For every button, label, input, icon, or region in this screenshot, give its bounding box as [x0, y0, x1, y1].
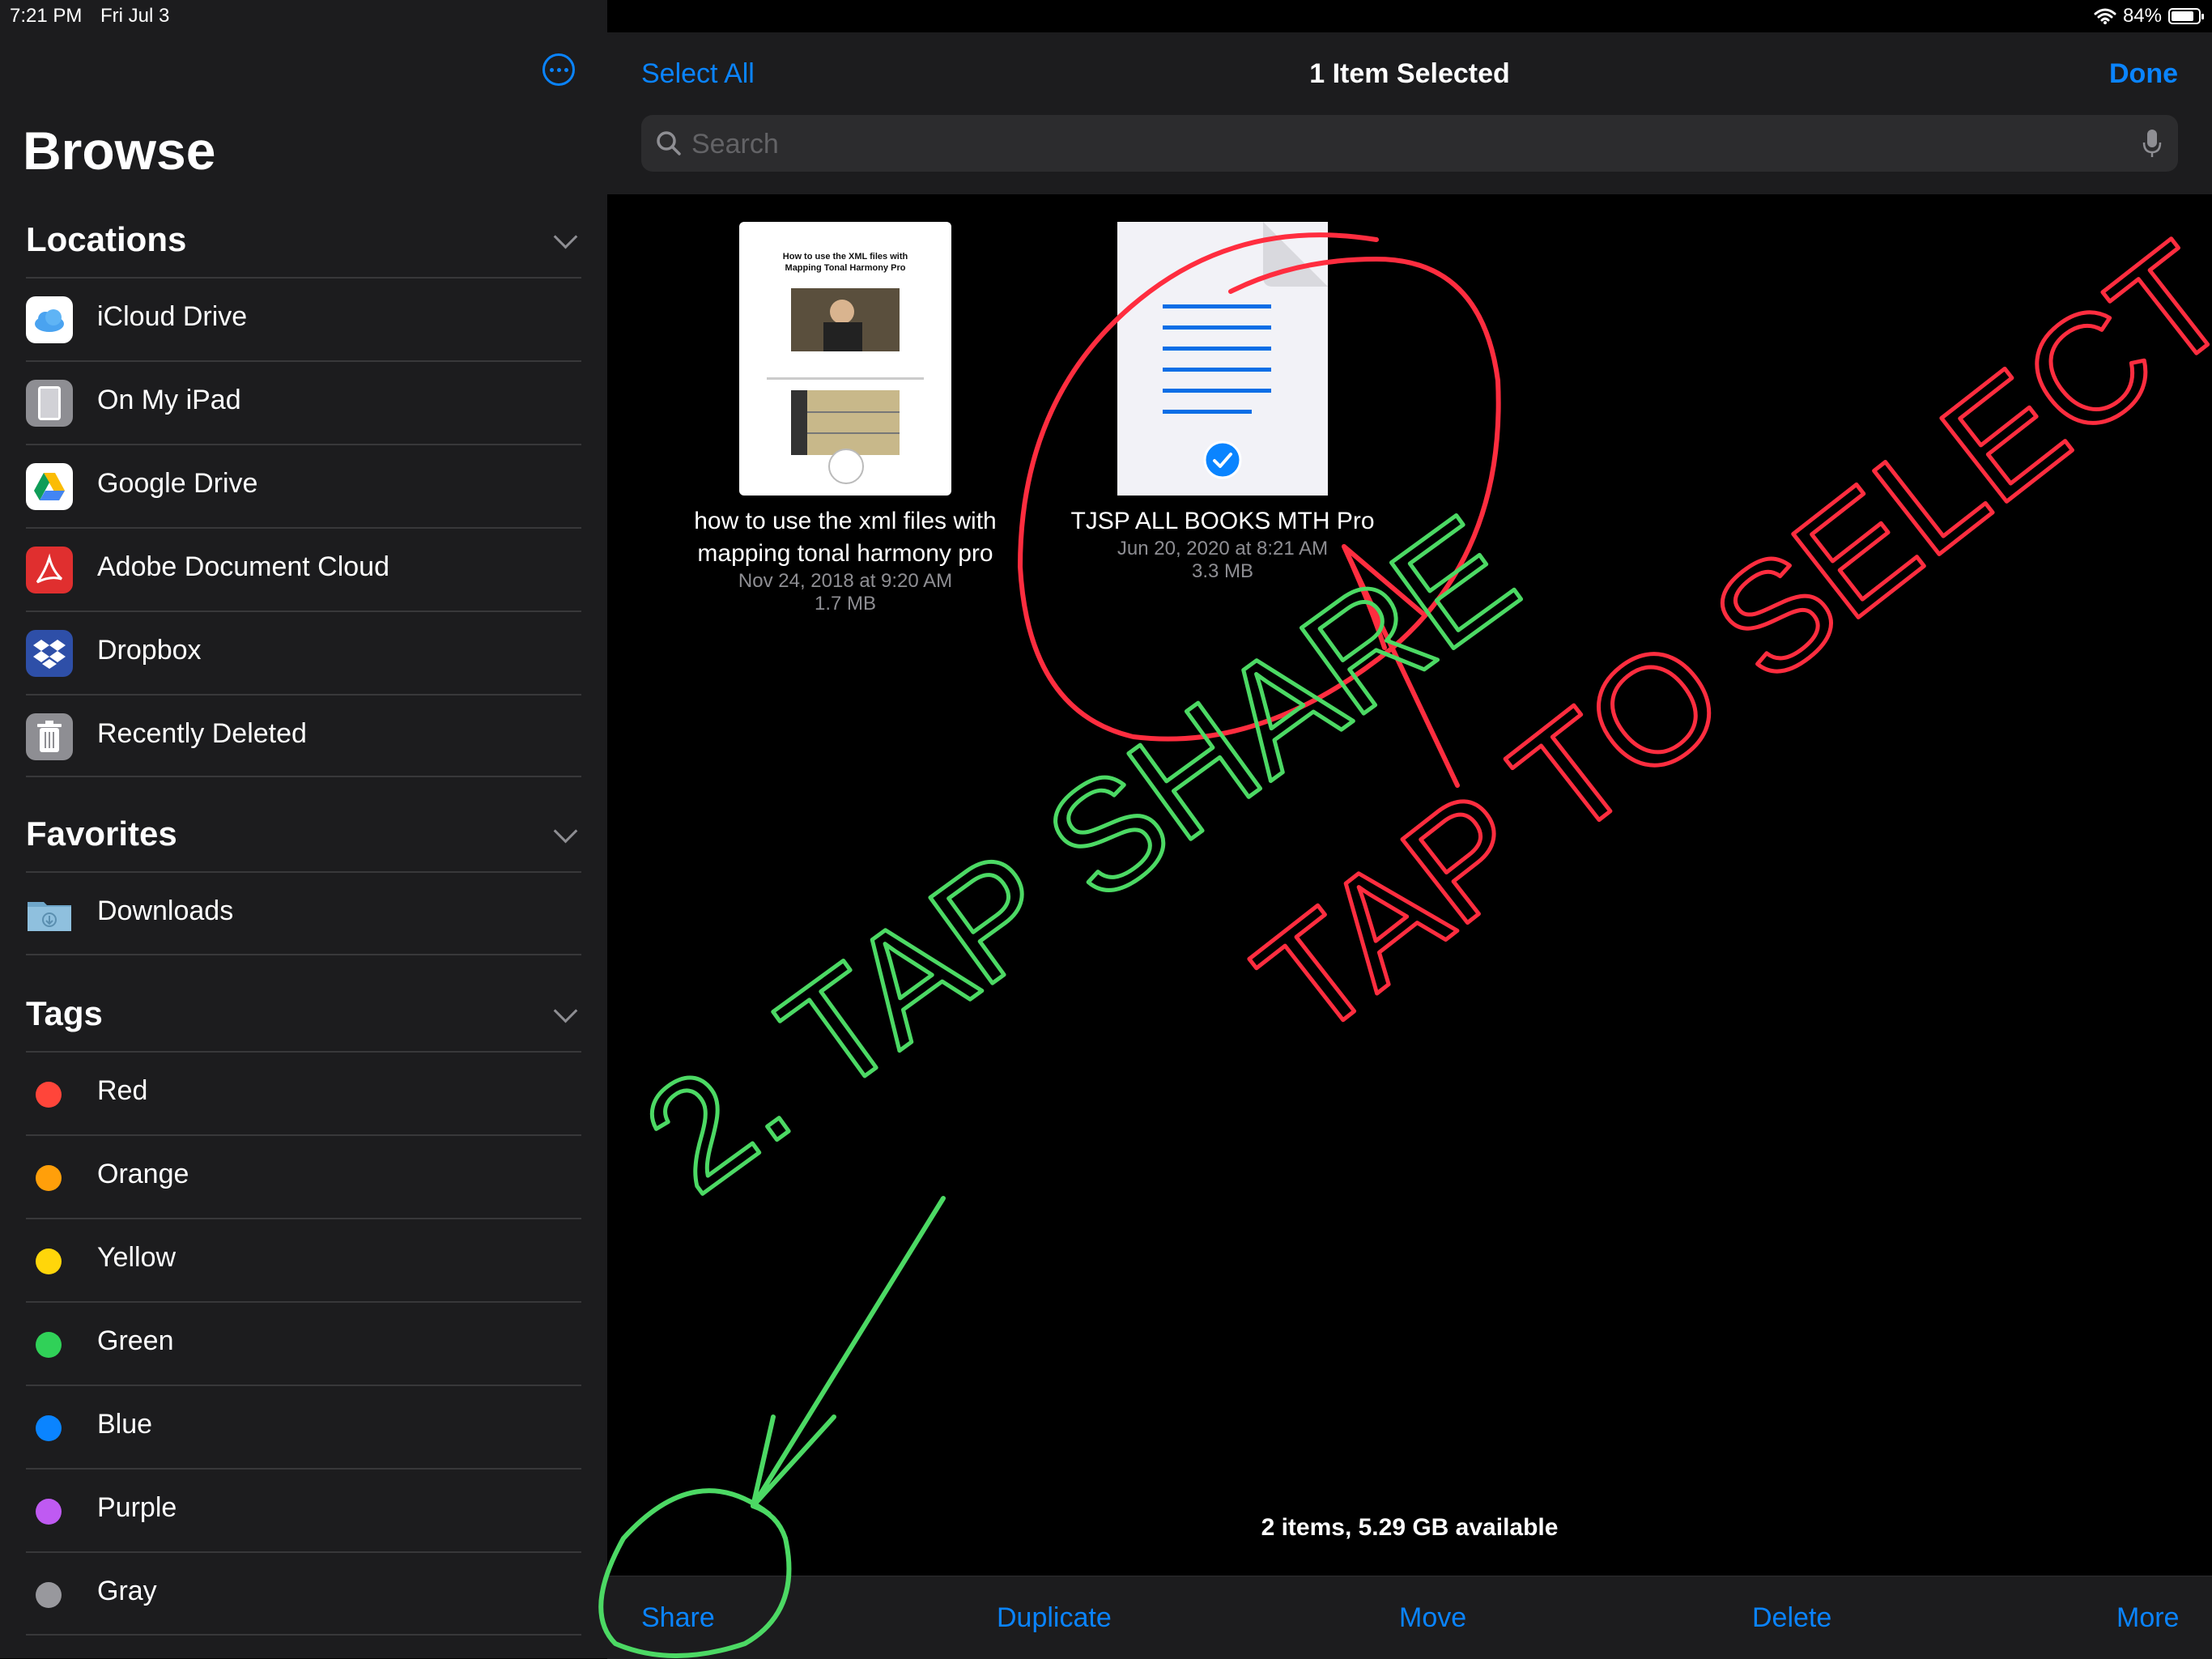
- wifi-icon: [2094, 8, 2116, 24]
- sidebar-item-label: Adobe Document Cloud: [97, 551, 390, 582]
- thumbnail-title: How to use the XML files with Mapping To…: [782, 252, 908, 273]
- tag-dot-icon: [36, 1332, 62, 1358]
- main-content: Select All 1 Item Selected Done How to u…: [607, 0, 2212, 1659]
- checkmark-circle-icon[interactable]: [1203, 440, 1242, 479]
- sidebar-item-tag-blue[interactable]: Blue: [26, 1385, 581, 1468]
- trash-icon: [26, 713, 73, 760]
- sidebar-item-icloud-drive[interactable]: iCloud Drive: [26, 277, 581, 360]
- divider: [26, 954, 581, 955]
- file-item-xml-guide[interactable]: how to use the xml files with mapping to…: [678, 505, 1012, 615]
- storage-info: 2 items, 5.29 GB available: [1261, 1514, 1559, 1541]
- file-item-tjsp-books[interactable]: TJSP ALL BOOKS MTH Pro Jun 20, 2020 at 8…: [1044, 505, 1401, 583]
- tag-dot-icon: [36, 1415, 62, 1441]
- chevron-down-icon[interactable]: [553, 224, 578, 249]
- adobe-icon: [26, 547, 73, 593]
- divider: [26, 776, 581, 777]
- sidebar-item-label: Green: [97, 1325, 174, 1356]
- battery-percent: 84%: [2122, 5, 2162, 27]
- file-size: 3.3 MB: [1191, 560, 1254, 582]
- status-bar: 7:21 PM Fri Jul 3 84%: [0, 0, 2212, 32]
- ipad-icon: [26, 380, 73, 427]
- selection-circle-icon[interactable]: [828, 449, 864, 484]
- done-button[interactable]: Done: [2109, 58, 2178, 90]
- sidebar-item-tag-purple[interactable]: Purple: [26, 1468, 581, 1551]
- tag-dot-icon: [36, 1082, 62, 1108]
- dropbox-icon: [26, 630, 73, 677]
- downloads-folder-icon: [26, 891, 73, 938]
- page-title: Browse: [23, 121, 216, 181]
- sidebar-item-label: On My iPad: [97, 385, 241, 415]
- file-date: Jun 20, 2020 at 8:21 AM: [1117, 538, 1329, 559]
- sidebar-item-google-drive[interactable]: Google Drive: [26, 444, 581, 527]
- sidebar-item-label: Blue: [97, 1409, 153, 1440]
- battery-fill: [2172, 11, 2193, 21]
- search-icon: [657, 131, 681, 155]
- nav-title: 1 Item Selected: [1309, 58, 1510, 89]
- sidebar-item-recently-deleted[interactable]: Recently Deleted: [26, 694, 581, 777]
- chevron-down-icon[interactable]: [553, 998, 578, 1023]
- file-size: 1.7 MB: [814, 593, 877, 615]
- microphone-icon[interactable]: [2142, 128, 2162, 159]
- file-name: how to use the xml files with: [694, 508, 997, 534]
- sidebar-item-label: iCloud Drive: [97, 301, 248, 332]
- battery-icon: [2168, 8, 2204, 24]
- sidebar-item-label: Yellow: [97, 1242, 177, 1273]
- more-button[interactable]: More: [2116, 1602, 2179, 1634]
- sidebar-item-tag-orange[interactable]: Orange: [26, 1134, 581, 1218]
- move-button[interactable]: Move: [1399, 1602, 1466, 1634]
- sidebar-item-label: Red: [97, 1075, 148, 1106]
- tags-header[interactable]: Tags: [26, 994, 103, 1033]
- sidebar-item-label: Google Drive: [97, 468, 258, 499]
- file-date: Nov 24, 2018 at 9:20 AM: [738, 570, 953, 592]
- sidebar-item-tag-yellow[interactable]: Yellow: [26, 1218, 581, 1301]
- file-name: mapping tonal harmony pro: [697, 540, 993, 567]
- sidebar-item-label: Purple: [97, 1492, 177, 1523]
- file-thumbnail-pdf[interactable]: How to use the XML files with Mapping To…: [739, 222, 951, 496]
- search-input[interactable]: [690, 115, 2069, 173]
- navigation-bar: Select All 1 Item Selected Done: [607, 32, 2212, 194]
- tag-dot-icon: [36, 1165, 62, 1191]
- more-options-icon[interactable]: [542, 53, 575, 86]
- bottom-toolbar: Share Duplicate Move Delete More: [607, 1576, 2212, 1659]
- tag-dot-icon: [36, 1499, 62, 1525]
- duplicate-button[interactable]: Duplicate: [997, 1602, 1112, 1634]
- sidebar: Browse Locations iCloud Drive On My iPad…: [0, 0, 607, 1658]
- sidebar-item-adobe-document-cloud[interactable]: Adobe Document Cloud: [26, 527, 581, 610]
- sidebar-item-label: Recently Deleted: [97, 718, 307, 749]
- file-name: TJSP ALL BOOKS MTH Pro: [1070, 508, 1375, 534]
- delete-button[interactable]: Delete: [1752, 1602, 1831, 1634]
- sidebar-item-label: Downloads: [97, 895, 234, 926]
- thumbnail-text-line: [767, 377, 924, 380]
- favorites-header[interactable]: Favorites: [26, 815, 177, 853]
- sidebar-item-downloads[interactable]: Downloads: [26, 871, 581, 955]
- locations-header[interactable]: Locations: [26, 220, 186, 259]
- share-button[interactable]: Share: [641, 1602, 715, 1634]
- icloud-icon: [26, 296, 73, 343]
- status-right: 84%: [2094, 5, 2204, 28]
- battery-tip: [2201, 14, 2204, 19]
- status-date: Fri Jul 3: [100, 5, 170, 27]
- sidebar-item-label: Gray: [97, 1576, 157, 1606]
- sidebar-item-label: Orange: [97, 1159, 189, 1189]
- sidebar-item-dropbox[interactable]: Dropbox: [26, 610, 581, 694]
- chevron-down-icon[interactable]: [553, 819, 578, 844]
- sidebar-item-label: Dropbox: [97, 635, 202, 666]
- thumbnail-photo: [791, 288, 900, 351]
- sidebar-item-tag-green[interactable]: Green: [26, 1301, 581, 1385]
- search-field[interactable]: [641, 115, 2178, 173]
- file-thumbnail-document[interactable]: [1117, 222, 1328, 496]
- thumbnail-table: [791, 390, 900, 455]
- google-drive-icon: [26, 463, 73, 510]
- status-time: 7:21 PM: [10, 5, 83, 27]
- sidebar-item-tag-gray[interactable]: Gray: [26, 1551, 581, 1635]
- sidebar-item-on-my-ipad[interactable]: On My iPad: [26, 360, 581, 444]
- divider: [26, 1634, 581, 1636]
- tag-dot-icon: [36, 1249, 62, 1274]
- tag-dot-icon: [36, 1582, 62, 1608]
- sidebar-item-tag-red[interactable]: Red: [26, 1051, 581, 1134]
